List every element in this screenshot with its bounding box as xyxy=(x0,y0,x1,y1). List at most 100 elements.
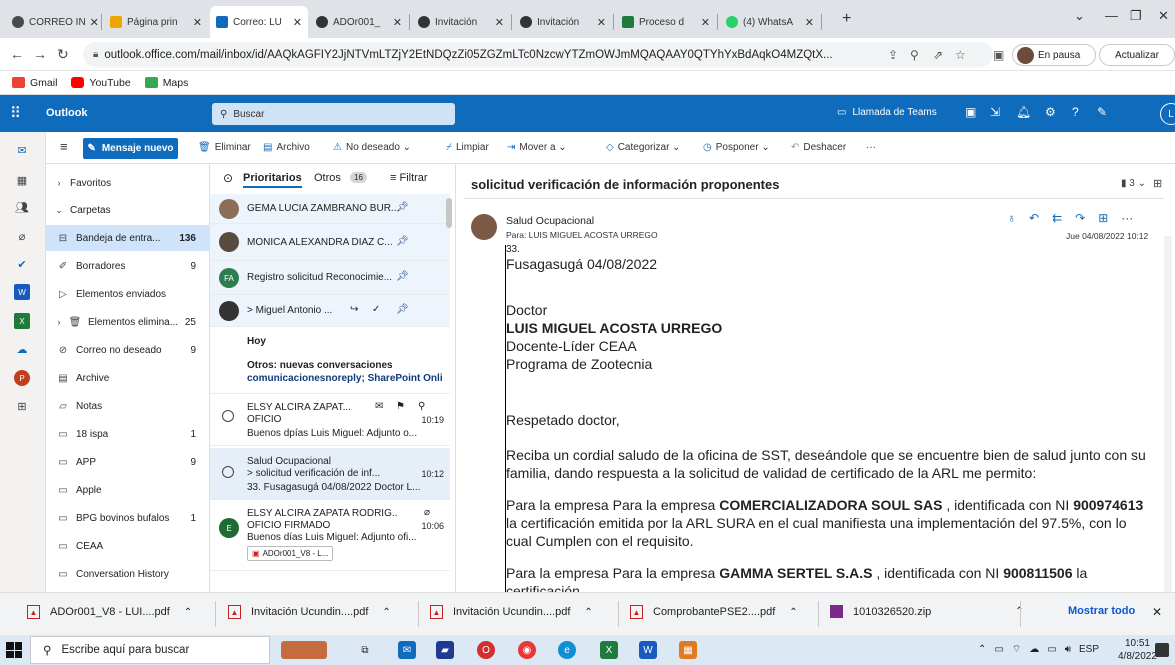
sender-name[interactable]: Salud Ocupacional xyxy=(506,215,594,227)
edge-icon[interactable]: e xyxy=(558,641,576,659)
folder-favoritos[interactable]: › Favoritos xyxy=(46,170,210,196)
close-window-button[interactable]: ✕ xyxy=(1158,8,1169,24)
folder-apple[interactable]: ▭ Apple xyxy=(46,477,210,503)
download-item[interactable]: ▲ ADOr001_V8 - LUI....pdf ⌃ xyxy=(27,605,192,619)
browser-tab-4[interactable]: ADOr001_ ✕ xyxy=(310,6,408,38)
folder-archive[interactable]: ▤ Archive xyxy=(46,365,210,391)
menu-toggle-icon[interactable]: ≡ xyxy=(60,139,68,154)
sender-avatar[interactable] xyxy=(471,214,497,240)
new-tab-button[interactable]: + xyxy=(842,10,851,28)
language-indicator[interactable]: ESP xyxy=(1079,644,1099,655)
notifications-icon[interactable] xyxy=(1155,643,1169,657)
thread-count[interactable]: ▮ 3 ⌄ xyxy=(1121,178,1146,189)
side-panel-icon[interactable]: ▣ xyxy=(993,48,1004,62)
excel-taskbar-icon[interactable]: X xyxy=(600,641,618,659)
close-icon[interactable]: ✕ xyxy=(189,16,202,29)
reply-icon[interactable]: ↶ xyxy=(1029,211,1039,225)
notifications-icon[interactable]: 🔔︎ xyxy=(1016,105,1031,119)
browser-tab-2[interactable]: Página prin ✕ xyxy=(104,6,208,38)
task-view-icon[interactable]: ⧉ xyxy=(356,641,374,659)
list-item-selected[interactable]: Salud Ocupacional > solicitud verificaci… xyxy=(210,448,450,500)
more-commands-button[interactable]: ··· xyxy=(866,142,876,153)
flag-icon[interactable]: ⚑ xyxy=(396,401,405,412)
my-day-icon[interactable]: ⇲ xyxy=(990,105,1000,119)
expand-icon[interactable]: ⊞ xyxy=(1153,177,1162,190)
bookmark-gmail[interactable]: Gmail xyxy=(12,77,57,89)
more-apps-icon[interactable]: ⊞ xyxy=(14,398,30,414)
teams-call-button[interactable]: ▭ Llamada de Teams xyxy=(837,107,937,118)
reload-button[interactable]: ↻ xyxy=(57,46,69,63)
folder-drafts[interactable]: ✐ Borradores 9 xyxy=(46,253,210,279)
close-icon[interactable]: ✕ xyxy=(389,16,402,29)
restore-button[interactable]: ❐ xyxy=(1130,8,1142,24)
folder-notes[interactable]: ▱ Notas xyxy=(46,393,210,419)
attachment-icon[interactable]: ⌀ xyxy=(14,228,30,244)
browser-tab-7[interactable]: Proceso d ✕ xyxy=(616,6,716,38)
folder-ceaa[interactable]: ▭ CEAA xyxy=(46,533,210,559)
display-icon[interactable]: ▭ xyxy=(1047,644,1056,655)
settings-gear-icon[interactable]: ⚙ xyxy=(1045,105,1056,119)
pin-icon[interactable]: 📌︎ xyxy=(396,236,409,247)
list-scrollbar[interactable] xyxy=(446,198,452,228)
folder-18-ispa[interactable]: ▭ 18 ispa 1 xyxy=(46,421,210,447)
back-button[interactable]: ← xyxy=(10,46,24,62)
snooze-button[interactable]: ◷ Posponer ⌄ xyxy=(703,142,770,153)
battery-icon[interactable]: ▭ xyxy=(994,644,1003,655)
folder-junk[interactable]: ⊘ Correo no deseado 9 xyxy=(46,337,210,363)
word-taskbar-icon[interactable]: W xyxy=(639,641,657,659)
app-taskbar-icon[interactable]: ▦ xyxy=(679,641,697,659)
show-all-button[interactable]: Mostrar todo xyxy=(1068,605,1135,617)
minimize-button[interactable]: — xyxy=(1105,8,1118,23)
close-icon[interactable]: ✕ xyxy=(289,16,302,29)
mark-unread-icon[interactable]: ✉ xyxy=(375,401,383,412)
select-all-icon[interactable]: ⊙ xyxy=(223,171,233,185)
apps-grid-icon[interactable]: ⊞ xyxy=(1098,211,1108,225)
app-launcher-icon[interactable]: ⠿ xyxy=(10,104,21,122)
windows-start-icon[interactable] xyxy=(6,642,22,658)
excel-icon[interactable]: X xyxy=(14,313,30,329)
taskbar-search-input[interactable]: ⚲ Escribe aquí para buscar xyxy=(30,636,270,664)
pin-outline-icon[interactable]: ⚲ xyxy=(418,401,425,412)
close-icon[interactable]: ✕ xyxy=(801,16,814,29)
new-message-button[interactable]: ✎ Mensaje nuevo xyxy=(83,138,178,159)
bookmark-youtube[interactable]: YouTube xyxy=(71,77,131,89)
bookmark-maps[interactable]: Maps xyxy=(144,77,188,89)
tab-other[interactable]: Otros xyxy=(314,172,341,184)
clock[interactable]: 10:51 4/8/2022 xyxy=(1118,637,1157,663)
browser-tab-8[interactable]: (4) WhatsA ✕ xyxy=(720,6,820,38)
network-icon[interactable]: ⌔ xyxy=(1012,643,1021,656)
browser-tab-1[interactable]: CORREO IN ✕ xyxy=(6,6,100,38)
chevron-up-icon[interactable]: ⌃ xyxy=(789,607,797,618)
folder-deleted[interactable]: › 🗑︎ Elementos elimina... 25 xyxy=(46,309,210,335)
folder-bpg[interactable]: ▭ BPG bovinos bufalos 1 xyxy=(46,505,210,531)
close-downloads-icon[interactable]: ✕ xyxy=(1152,605,1162,619)
check-icon[interactable]: ✓ xyxy=(372,304,380,315)
sweep-button[interactable]: ⌿ Limpiar xyxy=(446,142,489,153)
update-button[interactable]: Actualizar xyxy=(1099,44,1175,66)
archive-button[interactable]: ▤ Archivo xyxy=(263,142,310,153)
close-icon[interactable]: ✕ xyxy=(697,16,710,29)
pin-icon[interactable]: 📌︎ xyxy=(396,271,409,282)
download-item[interactable]: ▲ ComprobantePSE2....pdf ⌃ xyxy=(630,605,798,619)
download-item[interactable]: ▲ Invitación Ucundin....pdf ⌃ xyxy=(430,605,593,619)
chevron-up-icon[interactable]: ⌃ xyxy=(382,607,390,618)
undo-button[interactable]: ↶ Deshacer xyxy=(791,142,846,153)
volume-icon[interactable]: 🔊︎ xyxy=(1065,644,1071,655)
todo-check-icon[interactable]: ✔ xyxy=(14,256,30,272)
other-conversations-notice[interactable]: Otros: nuevas conversaciones comunicacio… xyxy=(210,352,450,394)
search-input[interactable]: ⚲ Buscar xyxy=(212,103,455,125)
calendar-icon[interactable]: ▦ xyxy=(14,172,30,188)
install-app-icon[interactable]: ⇪ xyxy=(888,48,898,62)
news-widget-icon[interactable] xyxy=(281,641,327,659)
list-item[interactable]: E ELSY ALCIRA ZAPATA RODRIG... ⌀ OFICIO … xyxy=(210,501,450,571)
select-radio[interactable] xyxy=(222,410,234,422)
tab-search-chevron-icon[interactable]: ⌄ xyxy=(1074,8,1085,24)
forward-button[interactable]: → xyxy=(33,46,47,62)
chevron-up-icon[interactable]: ⌃ xyxy=(978,644,986,655)
folder-inbox[interactable]: ⊟ Bandeja de entra... 136 xyxy=(46,225,210,251)
browser-tab-6[interactable]: Invitación ✕ xyxy=(514,6,612,38)
mail-app-icon[interactable]: ✉ xyxy=(398,641,416,659)
list-item[interactable]: ELSY ALCIRA ZAPAT... ✉ ⚑ ⚲ OFICIO 10:19 … xyxy=(210,394,450,446)
list-item[interactable]: FA Registro solicitud Reconocimie... 📌︎ xyxy=(210,261,450,295)
download-item[interactable]: 1010326520.zip⌃ xyxy=(830,605,1024,618)
